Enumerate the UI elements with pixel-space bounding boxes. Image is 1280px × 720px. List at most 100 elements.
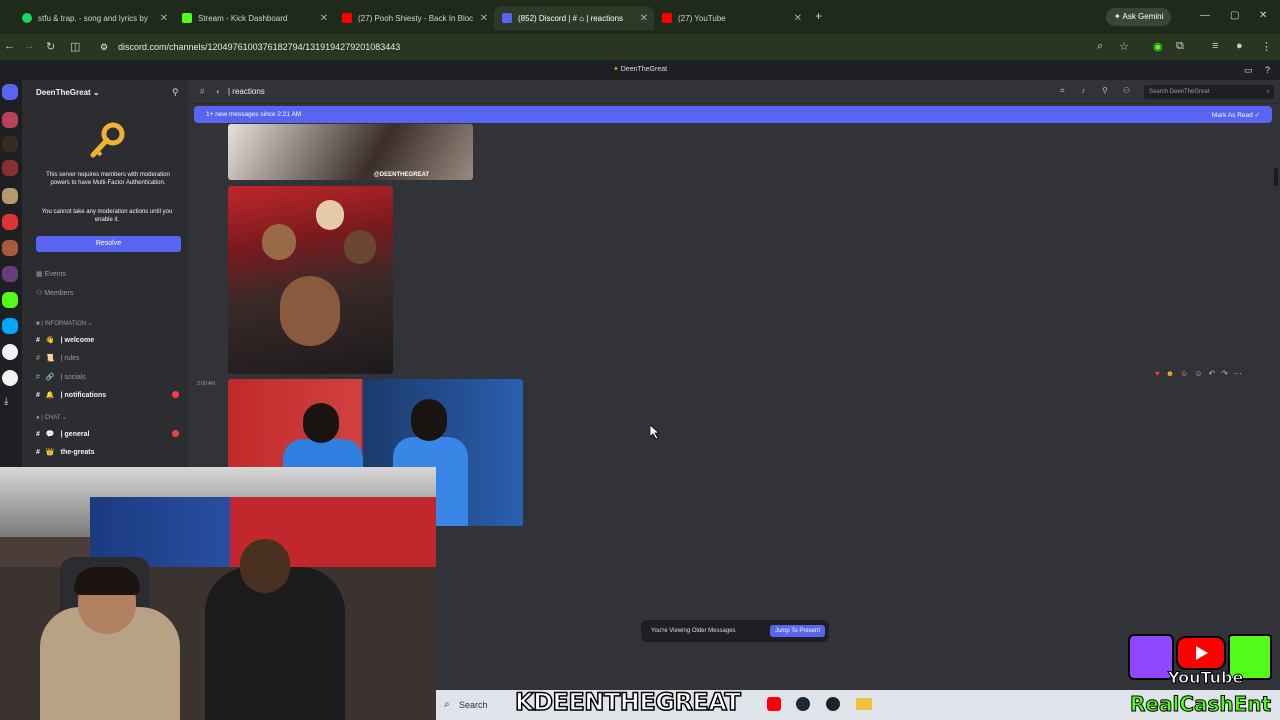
heart-reaction-icon[interactable]: ♥: [1155, 369, 1160, 378]
new-tab-button[interactable]: +: [815, 9, 822, 23]
menu-kebab-icon[interactable]: ⋮: [1261, 40, 1272, 53]
category-information[interactable]: ■ | INFORMATION ⌄: [36, 320, 93, 327]
extensions-puzzle-icon[interactable]: ⧉: [1176, 40, 1184, 53]
spotify-icon: [22, 13, 32, 23]
youtube-icon: [342, 13, 352, 23]
add-member-icon[interactable]: ⚲: [172, 87, 179, 98]
youtube-wordmark: YouTube: [1167, 668, 1244, 688]
mark-as-read-button[interactable]: Mark As Read ✓: [1212, 111, 1260, 119]
search-input[interactable]: Search DeenTheGreat ⌕: [1144, 85, 1274, 99]
threads-icon[interactable]: ⌗: [1060, 86, 1065, 96]
channel-rules[interactable]: # 📜 | rules: [36, 354, 80, 363]
server-name[interactable]: DeenTheGreat ⌄: [36, 88, 100, 97]
dm-home-icon[interactable]: [2, 84, 18, 100]
link-icon: 🔗: [45, 374, 55, 381]
tab-kick[interactable]: Stream - Kick Dashboard ✕: [174, 6, 334, 30]
download-icon[interactable]: ⤓: [4, 396, 8, 407]
hair-shape: [303, 403, 339, 443]
browser-tab-bar: stfu & trap. - song and lyrics by ✕ Strea…: [0, 0, 1280, 34]
hash-icon: #: [36, 354, 40, 362]
new-messages-bar[interactable]: 1+ new messages since 2:21 AM Mark As Re…: [194, 106, 1272, 123]
reload-icon[interactable]: ↻: [46, 40, 55, 53]
emoji-reaction-icon[interactable]: ☺: [1180, 369, 1188, 378]
zoom-icon[interactable]: ⌕: [1097, 40, 1103, 53]
jump-to-present-button[interactable]: Jump To Present: [770, 625, 825, 637]
close-icon[interactable]: ✕: [794, 13, 802, 24]
url-field[interactable]: ⚙ discord.com/channels/120497610037618279…: [96, 38, 1096, 56]
file-explorer-icon[interactable]: [856, 698, 872, 710]
minimize-button[interactable]: —: [1200, 10, 1210, 21]
server-icon[interactable]: [2, 266, 18, 282]
sidebar-icon[interactable]: ◫: [70, 40, 80, 53]
channel-notifications[interactable]: # 🔔 | notifications: [36, 391, 106, 400]
server-icon[interactable]: [2, 112, 18, 128]
discover-icon[interactable]: [2, 370, 18, 386]
resolve-button[interactable]: Resolve: [36, 236, 181, 252]
taskbar-search[interactable]: Search: [459, 700, 488, 710]
reaction-icon: ◐: [216, 87, 221, 96]
server-icon[interactable]: [2, 188, 18, 204]
channel-socials[interactable]: # 🔗 | socials: [36, 373, 86, 382]
server-icon[interactable]: [2, 292, 18, 308]
close-icon[interactable]: ✕: [480, 13, 488, 24]
members-link[interactable]: ⚇ Members: [36, 289, 73, 297]
ask-gemini-button[interactable]: ✦ Ask Gemini: [1106, 8, 1172, 26]
server-rail: ⤓: [0, 80, 20, 470]
extension-icon[interactable]: ◉: [1153, 40, 1163, 53]
tab-youtube-pooh[interactable]: (27) Pooh Shiesty - Back In Bloc ✕: [334, 6, 494, 30]
server-icon[interactable]: [2, 214, 18, 230]
server-icon[interactable]: [2, 318, 18, 334]
reply-icon[interactable]: ↶: [1209, 369, 1216, 378]
channel-general[interactable]: # 💬 | general: [36, 430, 89, 439]
close-icon[interactable]: ✕: [320, 13, 328, 24]
inbox-icon[interactable]: ▭: [1244, 60, 1253, 80]
steam-app-icon[interactable]: [796, 697, 810, 711]
server-icon[interactable]: [2, 240, 18, 256]
message-actions: ♥ ☻ ☺ ☺ ↶ ↷ ⋯: [1155, 366, 1265, 380]
events-link[interactable]: ▦ Events: [36, 270, 66, 278]
more-options-icon[interactable]: ⋯: [1234, 369, 1242, 378]
profile-icon[interactable]: ●: [1236, 40, 1243, 52]
youtube-app-icon[interactable]: [767, 697, 781, 711]
face-shape: [344, 230, 376, 264]
server-icon[interactable]: [2, 136, 18, 152]
add-reaction-icon[interactable]: ☺: [1194, 369, 1202, 378]
message-image[interactable]: @DEENTHEGREAT: [228, 124, 473, 180]
mark-read-icon: ✓: [1254, 111, 1260, 119]
obs-app-icon[interactable]: [826, 697, 840, 711]
members-icon: ⚇: [36, 290, 45, 297]
face-shape: [262, 224, 296, 260]
site-info-icon[interactable]: ⚙: [100, 42, 108, 53]
emoji-reaction-icon[interactable]: ☻: [1166, 369, 1174, 378]
search-icon: ⌕: [444, 699, 450, 710]
chat-bubble-icon: 💬: [45, 431, 55, 438]
chat-scrollbar[interactable]: [1274, 168, 1278, 186]
forward-icon[interactable]: →: [24, 40, 35, 52]
mouse-cursor-icon: [650, 425, 660, 439]
search-icon: ⌕: [1266, 89, 1270, 95]
calendar-icon: ▦: [36, 271, 45, 278]
tab-discord[interactable]: (852) Discord | # ⌂ | reactions ✕: [494, 6, 654, 30]
bookmark-star-icon[interactable]: ☆: [1119, 40, 1129, 53]
maximize-button[interactable]: ▢: [1230, 10, 1239, 21]
tab-youtube[interactable]: (27) YouTube ✕: [654, 6, 808, 30]
channel-the-greats[interactable]: # 👑 the-greats: [36, 448, 94, 457]
close-window-button[interactable]: ✕: [1259, 10, 1267, 21]
add-server-icon[interactable]: [2, 344, 18, 360]
media-icon[interactable]: ≡: [1212, 40, 1218, 52]
message-image[interactable]: [228, 186, 393, 374]
member-list-icon[interactable]: ⚇: [1123, 86, 1130, 95]
category-chat[interactable]: ● | CHAT ⌄: [36, 414, 67, 421]
back-icon[interactable]: ←: [4, 40, 15, 52]
channel-welcome[interactable]: # 👋 | welcome: [36, 336, 94, 345]
close-icon[interactable]: ✕: [160, 13, 168, 24]
help-icon[interactable]: ?: [1265, 60, 1270, 80]
server-icon[interactable]: [2, 160, 18, 176]
forward-icon[interactable]: ↷: [1221, 369, 1228, 378]
mute-bell-icon[interactable]: ♪: [1081, 86, 1085, 95]
pin-icon[interactable]: ⚲: [1102, 86, 1108, 95]
tab-spotify[interactable]: stfu & trap. - song and lyrics by ✕: [14, 6, 174, 30]
close-icon[interactable]: ✕: [640, 13, 648, 24]
kick-username-banner: KDEENTHEGREAT: [514, 687, 741, 717]
face-shape: [316, 200, 344, 230]
